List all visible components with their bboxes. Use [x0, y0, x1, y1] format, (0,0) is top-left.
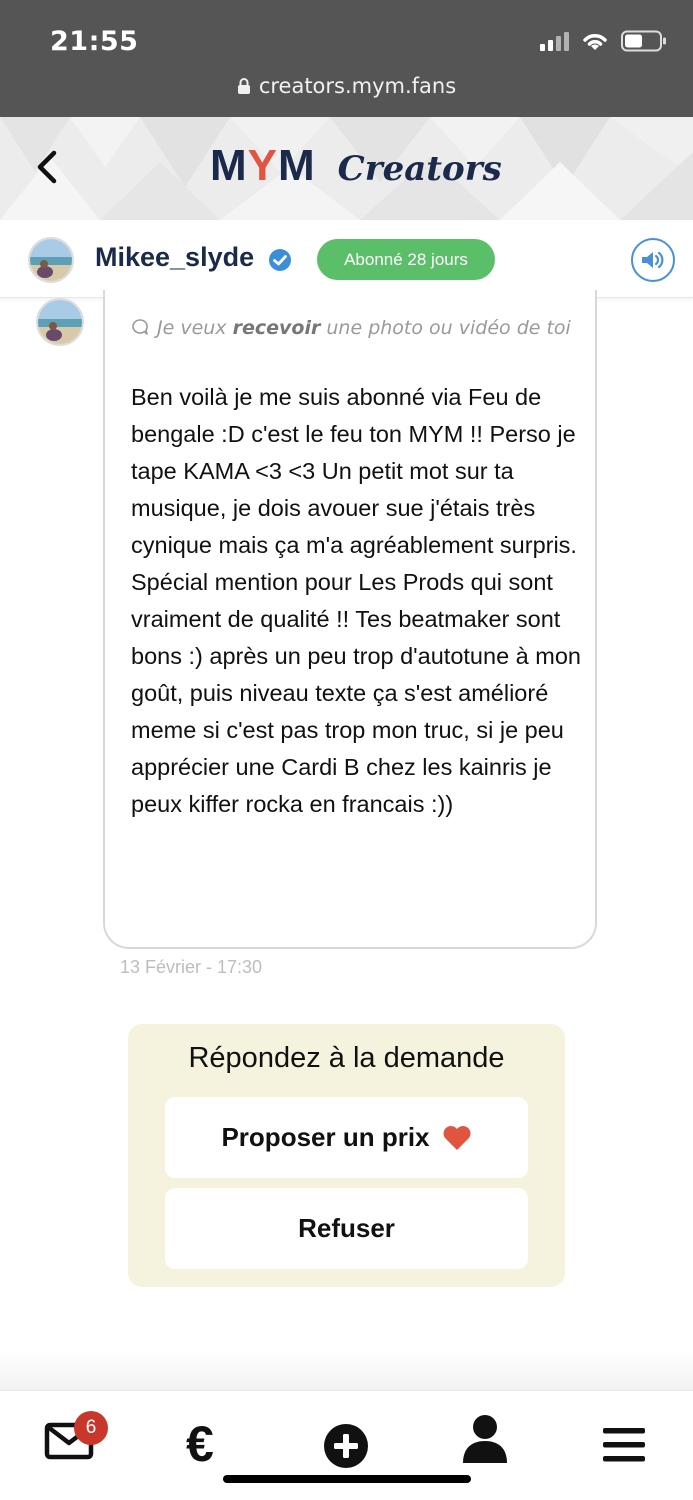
nav-add[interactable]: [323, 1423, 369, 1469]
refuse-button[interactable]: Refuser: [165, 1188, 528, 1269]
respond-panel: Répondez à la demande Proposer un prix R…: [128, 1024, 565, 1287]
speaker-icon: [642, 251, 664, 269]
status-bar: 21:55 creators.mym.fans: [0, 0, 693, 117]
message-text: Ben voilà je me suis abonné via Feu de b…: [131, 384, 581, 817]
lock-icon: [237, 78, 250, 94]
brand-mym: MYM: [210, 141, 316, 190]
message-avatar[interactable]: [36, 298, 84, 346]
message-bubble: Je veux recevoir une photo ou vidéo de t…: [103, 290, 597, 949]
request-type: Je veux recevoir une photo ou vidéo de t…: [131, 310, 581, 346]
nav-profile[interactable]: [461, 1413, 509, 1465]
avatar-beach-image: [30, 239, 72, 281]
propose-price-button[interactable]: Proposer un prix: [165, 1097, 528, 1178]
url-bar[interactable]: creators.mym.fans: [0, 74, 693, 98]
home-indicator: [223, 1475, 471, 1483]
conversation-user-bar: Mikee_slyde Abonné 28 jours: [0, 220, 693, 298]
euro-icon: €: [186, 1416, 214, 1472]
plus-circle-icon: [324, 1424, 368, 1468]
nav-earnings[interactable]: €: [186, 1415, 214, 1473]
url-text: creators.mym.fans: [258, 74, 457, 98]
bottom-fade: [0, 1350, 693, 1390]
user-icon: [463, 1415, 507, 1463]
mym-creators-logo: MYM Creators: [210, 141, 502, 191]
chevron-left-icon: [37, 150, 57, 184]
speech-bubble-icon: [132, 319, 148, 335]
refuse-label: Refuser: [298, 1213, 395, 1243]
status-time: 21:55: [50, 26, 139, 57]
subscription-badge: Abonné 28 jours: [317, 239, 495, 280]
nav-menu[interactable]: [603, 1427, 645, 1463]
brand-creators: Creators: [337, 149, 502, 189]
notification-badge: 6: [74, 1411, 108, 1445]
verified-badge-icon: [269, 249, 291, 271]
propose-price-label: Proposer un prix: [221, 1122, 430, 1152]
status-icons: [540, 30, 667, 52]
back-button[interactable]: [28, 147, 68, 187]
hamburger-menu-icon: [603, 1428, 645, 1462]
cellular-signal-icon: [540, 31, 569, 51]
sound-toggle-button[interactable]: [631, 238, 675, 282]
battery-icon: [621, 30, 666, 52]
username[interactable]: Mikee_slyde: [95, 242, 254, 273]
brand-header: MYM Creators: [0, 117, 693, 220]
heart-icon: [443, 1125, 471, 1150]
bottom-nav: 6 €: [0, 1390, 693, 1500]
wifi-icon: [583, 34, 607, 50]
respond-title: Répondez à la demande: [188, 1042, 505, 1074]
message-timestamp: 13 Février - 17:30: [120, 957, 263, 977]
avatar[interactable]: [28, 237, 74, 283]
avatar-beach-image: [38, 300, 82, 344]
